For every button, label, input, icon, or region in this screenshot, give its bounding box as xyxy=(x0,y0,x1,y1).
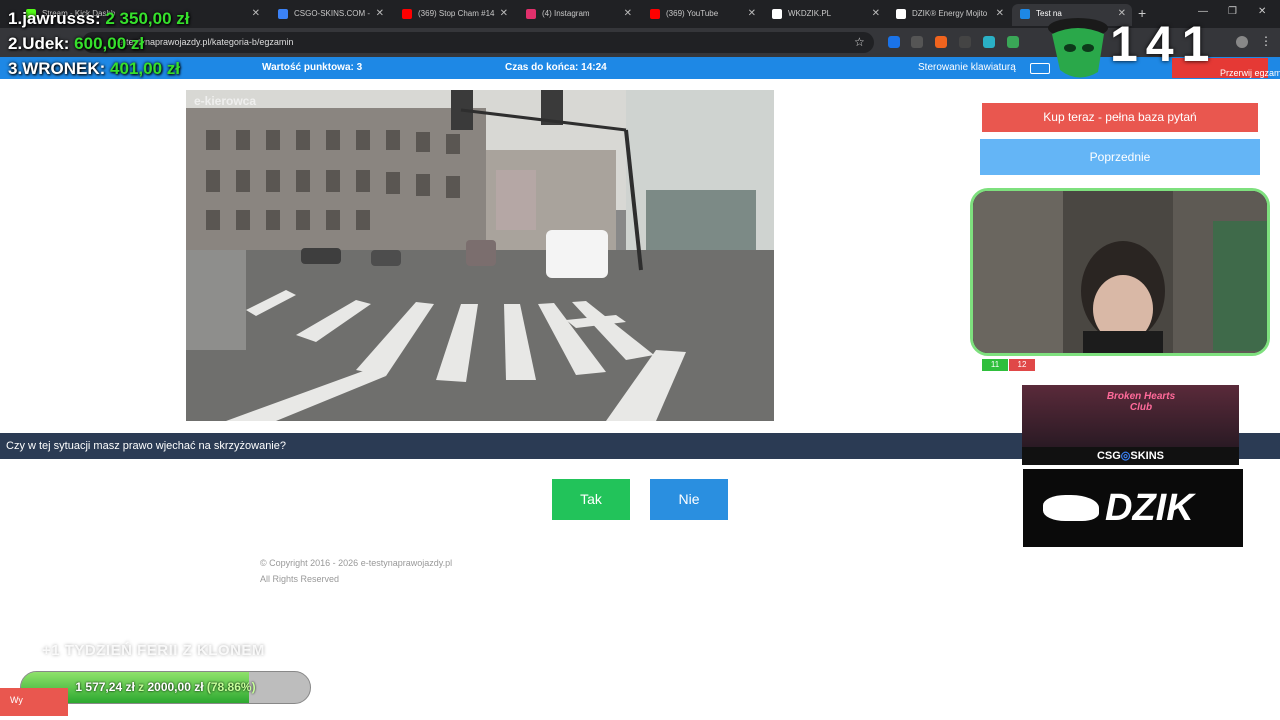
logout-button[interactable]: Wy xyxy=(0,688,68,716)
question-video: e-kierowca xyxy=(186,90,774,421)
browser-tab[interactable]: (369) YouTube ✕ xyxy=(642,4,762,26)
wkdzik-icon xyxy=(772,9,782,19)
close-icon[interactable]: ✕ xyxy=(376,4,384,24)
keyboard-control-label[interactable]: Sterowanie klawiaturą xyxy=(918,62,1016,73)
extension-icon[interactable] xyxy=(911,36,923,48)
question-text: Czy w tej sytuacji masz prawo wjechać na… xyxy=(6,440,286,452)
previous-button[interactable]: Poprzednie xyxy=(980,139,1260,175)
close-icon[interactable]: ✕ xyxy=(748,4,756,24)
extension-icon[interactable] xyxy=(935,36,947,48)
site-icon xyxy=(1020,9,1030,19)
dzik-ad[interactable]: DZIK xyxy=(1023,469,1243,547)
extension-icon[interactable] xyxy=(959,36,971,48)
extension-icon[interactable] xyxy=(1007,36,1019,48)
correct-count-badge: 11 xyxy=(982,359,1008,371)
extension-icon[interactable] xyxy=(888,36,900,48)
viewer-counter: 141 xyxy=(1110,16,1218,72)
csgo-skins-ad[interactable]: Broken Hearts Club CSG◎SKINS xyxy=(1022,385,1239,465)
browser-tab[interactable]: (4) Instagram ✕ xyxy=(518,4,638,26)
video-watermark: e-kierowca xyxy=(194,94,257,108)
answer-yes-button[interactable]: Tak xyxy=(552,479,630,520)
buy-now-button[interactable]: Kup teraz - pełna baza pytań xyxy=(982,103,1258,132)
browser-tab[interactable]: (369) Stop Cham #14 ✕ xyxy=(394,4,514,26)
csgo-skins-logo: CSG◎SKINS xyxy=(1022,447,1239,465)
close-icon[interactable]: ✕ xyxy=(624,4,632,24)
street-scene-image xyxy=(186,90,774,421)
bookmark-star-icon[interactable]: ☆ xyxy=(854,35,865,49)
leaderboard-row: 1.jawrusss: 2 350,00 zł xyxy=(8,9,190,28)
youtube-icon xyxy=(402,9,412,19)
cap-mascot-icon xyxy=(1038,12,1112,84)
csgo-skins-icon xyxy=(278,9,288,19)
wrong-count-badge: 12 xyxy=(1009,359,1035,371)
close-icon[interactable]: ✕ xyxy=(872,4,880,24)
webcam-image xyxy=(973,191,1267,353)
goal-label: +1 TYDZIEŃ FERII Z KLONEM xyxy=(42,642,265,659)
menu-dots-icon[interactable]: ⋮ xyxy=(1260,34,1272,48)
leaderboard-row: 3.WRONEK: 401,00 zł xyxy=(8,59,180,78)
time-remaining: Czas do końca: 14:24 xyxy=(505,62,607,73)
maximize-button[interactable]: ❐ xyxy=(1228,6,1237,17)
boar-icon xyxy=(1043,495,1099,521)
browser-tab[interactable]: CSGO-SKINS.COM - ✕ xyxy=(270,4,390,26)
points-value: Wartość punktowa: 3 xyxy=(262,62,363,73)
dzik-logo: DZIK xyxy=(1105,487,1194,529)
close-icon[interactable]: ✕ xyxy=(500,4,508,24)
answer-no-button[interactable]: Nie xyxy=(650,479,728,520)
footer-copyright: © Copyright 2016 - 2026 e-testynaprawoja… xyxy=(260,558,453,584)
leaderboard-row: 2.Udek: 600,00 zł xyxy=(8,34,145,53)
ad-broken-hearts-title: Broken Hearts Club xyxy=(1106,391,1176,413)
profile-avatar[interactable] xyxy=(1236,36,1248,48)
address-bar[interactable]: e-testynaprawojazdy.pl/kategoria-b/egzam… xyxy=(82,32,874,53)
close-icon[interactable]: ✕ xyxy=(252,4,260,24)
instagram-icon xyxy=(526,9,536,19)
webcam-overlay xyxy=(970,188,1270,356)
close-icon[interactable]: ✕ xyxy=(996,4,1004,24)
dzik-icon xyxy=(896,9,906,19)
youtube-icon xyxy=(650,9,660,19)
window-close-button[interactable]: ✕ xyxy=(1258,6,1266,17)
browser-tab[interactable]: DZIK® Energy Mojito ✕ xyxy=(888,4,1010,26)
extension-icon[interactable] xyxy=(983,36,995,48)
browser-tab[interactable]: WKDZIK.PL ✕ xyxy=(764,4,886,26)
